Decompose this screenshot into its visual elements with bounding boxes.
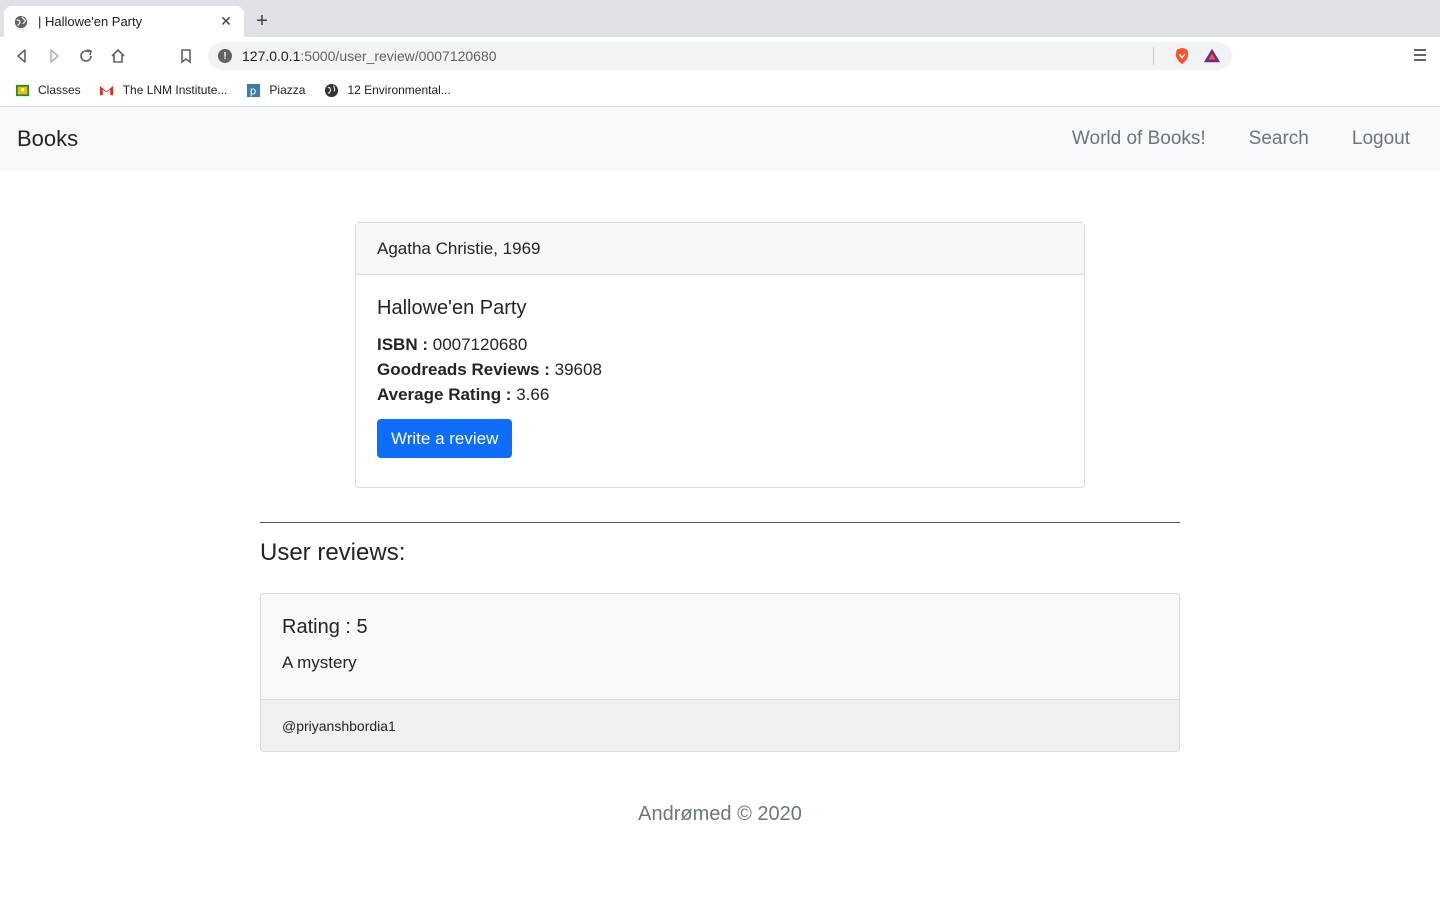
browser-tab[interactable]: | Hallowe'en Party ✕ <box>4 6 244 37</box>
browser-toolbar: ! 127.0.0.1:5000/user_review/0007120680 <box>0 37 1440 74</box>
globe-icon <box>323 82 339 98</box>
address-bar[interactable]: ! 127.0.0.1:5000/user_review/0007120680 <box>208 42 1232 70</box>
svg-text:p: p <box>250 85 257 97</box>
brave-rewards-icon[interactable] <box>1202 46 1222 66</box>
nav-logout[interactable]: Logout <box>1352 128 1410 150</box>
book-author-year: Agatha Christie, 1969 <box>356 223 1084 275</box>
piazza-icon: p <box>245 82 261 98</box>
bookmark-environmental[interactable]: 12 Environmental... <box>323 82 451 98</box>
isbn-value: 0007120680 <box>432 335 528 354</box>
bookmark-piazza[interactable]: p Piazza <box>245 82 305 98</box>
write-review-button[interactable]: Write a review <box>377 419 513 458</box>
tab-title: | Hallowe'en Party <box>38 14 143 29</box>
review-text: A mystery <box>282 653 357 672</box>
site-navbar: Books World of Books! Search Logout <box>0 107 1440 171</box>
new-tab-button[interactable]: + <box>252 10 272 32</box>
average-rating-line: Average Rating : 3.66 <box>377 385 550 404</box>
gmail-icon <box>99 82 115 98</box>
brand-link[interactable]: Books <box>17 126 78 152</box>
book-card: Agatha Christie, 1969 Hallowe'en Party I… <box>355 222 1085 488</box>
goodreads-reviews-value: 39608 <box>554 360 602 379</box>
globe-icon <box>14 15 28 29</box>
reload-icon[interactable] <box>72 42 100 70</box>
browser-tabstrip: | Hallowe'en Party ✕ + <box>0 0 1440 37</box>
nav-search[interactable]: Search <box>1249 128 1309 150</box>
url-text[interactable]: 127.0.0.1:5000/user_review/0007120680 <box>242 48 1145 64</box>
site-info-icon[interactable]: ! <box>218 49 232 63</box>
review-card: Rating : 5 A mystery @priyanshbordia1 <box>260 593 1180 752</box>
bookmark-lnm[interactable]: The LNM Institute... <box>99 82 227 98</box>
home-icon[interactable] <box>104 42 132 70</box>
nav-world-of-books[interactable]: World of Books! <box>1072 128 1206 150</box>
review-rating: Rating : 5 <box>282 616 368 638</box>
close-tab-icon[interactable]: ✕ <box>218 13 234 30</box>
book-title: Hallowe'en Party <box>377 297 527 319</box>
classroom-icon <box>14 82 30 98</box>
back-icon[interactable] <box>8 42 36 70</box>
page-footer: Andrømed © 2020 <box>638 803 802 825</box>
review-body: Rating : 5 A mystery <box>261 594 1179 700</box>
average-rating-value: 3.66 <box>516 385 550 404</box>
user-reviews-heading: User reviews: <box>260 539 406 566</box>
nav-links: World of Books! Search Logout <box>1029 107 1410 171</box>
isbn-line: ISBN : 0007120680 <box>377 335 528 354</box>
goodreads-reviews-line: Goodreads Reviews : 39608 <box>377 360 602 379</box>
bookmarks-bar: Classes The LNM Institute... p Piazza 12… <box>0 74 1440 107</box>
forward-icon[interactable] <box>40 42 68 70</box>
review-author: @priyanshbordia1 <box>261 700 1179 751</box>
divider <box>260 522 1180 523</box>
book-card-body: Hallowe'en Party ISBN : 0007120680 Goodr… <box>356 275 1084 480</box>
bookmark-icon[interactable] <box>172 42 200 70</box>
browser-menu-icon[interactable] <box>1412 47 1428 63</box>
brave-shields-icon[interactable] <box>1172 46 1192 66</box>
bookmark-classes[interactable]: Classes <box>14 82 81 98</box>
